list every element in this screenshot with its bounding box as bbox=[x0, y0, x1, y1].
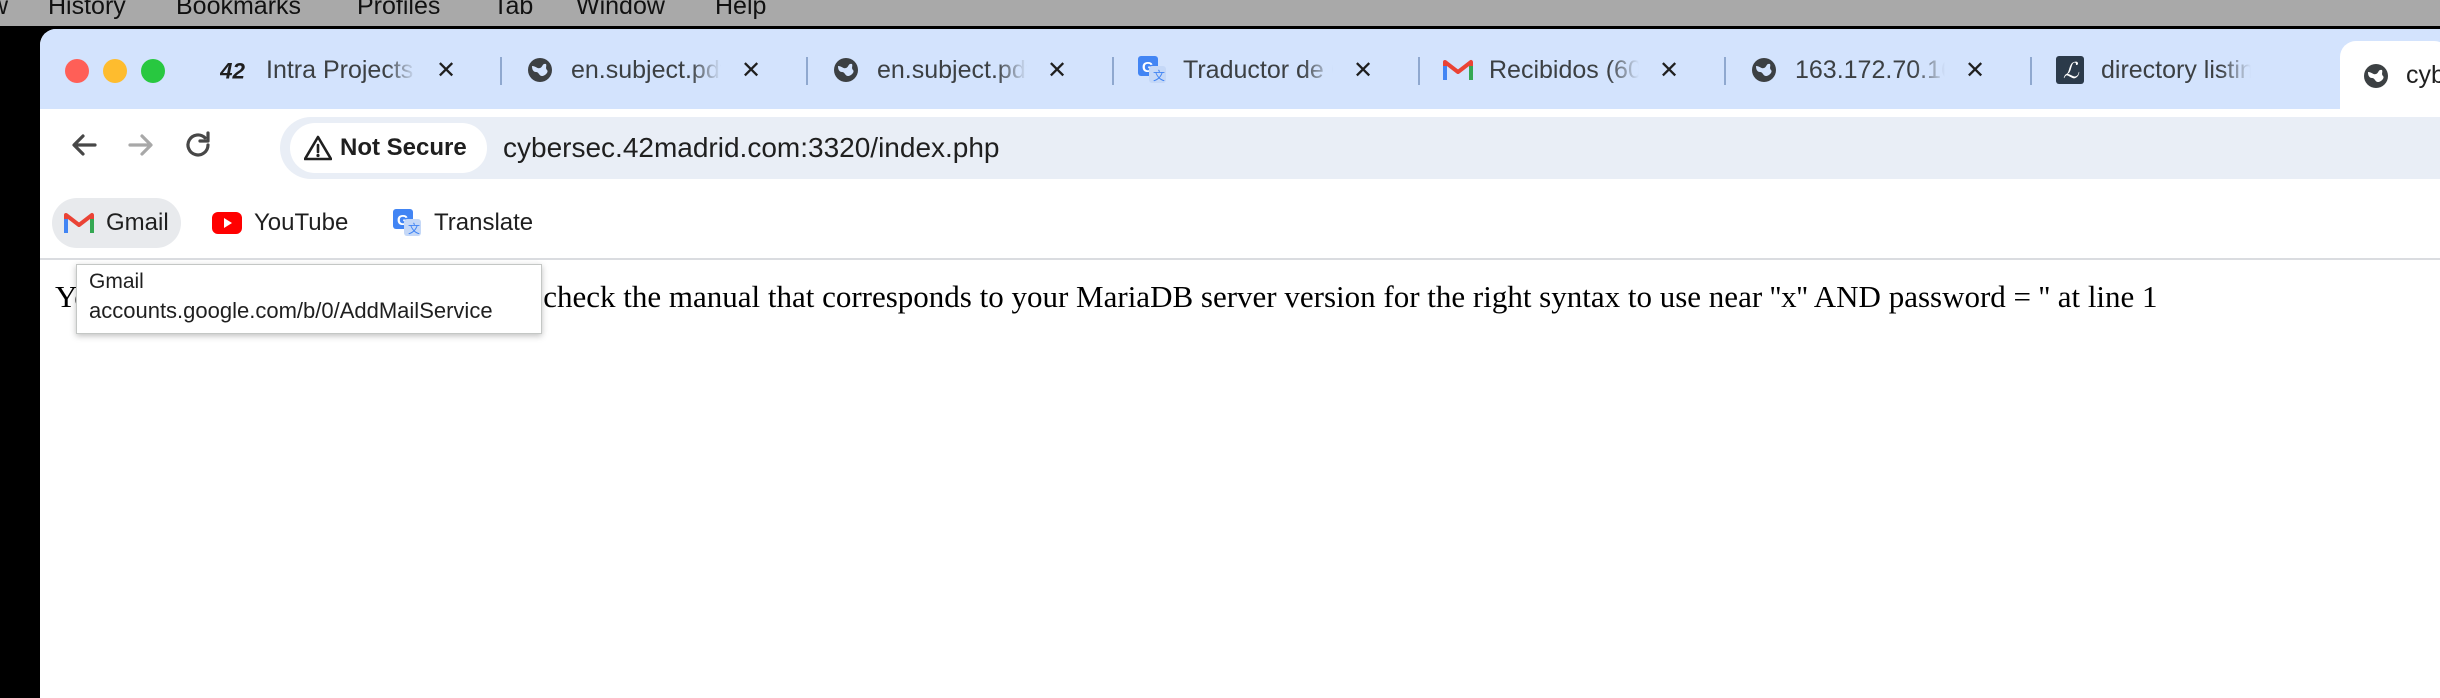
bookmark-label: Gmail bbox=[106, 209, 169, 236]
close-window-button[interactable] bbox=[65, 59, 89, 83]
forward-button[interactable] bbox=[119, 123, 163, 167]
bookmark-tooltip: Gmail accounts.google.com/b/0/AddMailSer… bbox=[76, 264, 542, 334]
close-tab-icon[interactable]: ✕ bbox=[739, 56, 763, 85]
bookmark-youtube[interactable]: YouTube bbox=[200, 198, 360, 248]
tab-separator bbox=[806, 57, 808, 85]
tab-en-subject-2[interactable]: en.subject.pdf ✕ bbox=[831, 45, 1069, 95]
document-icon: ℒ bbox=[2055, 55, 2085, 85]
gmail-icon bbox=[1443, 55, 1473, 85]
tab-separator bbox=[1112, 57, 1114, 85]
bookmark-gmail[interactable]: Gmail bbox=[52, 198, 181, 248]
macos-menu-bar: w History Bookmarks Profiles Tab Window … bbox=[0, 0, 2440, 26]
site-security-chip[interactable]: Not Secure bbox=[290, 123, 487, 173]
globe-icon bbox=[1749, 55, 1779, 85]
close-tab-icon[interactable]: ✕ bbox=[434, 56, 458, 85]
globe-icon bbox=[525, 55, 555, 85]
tab-strip: 42 Intra Projects C ✕ en.subject.pdf ✕ e… bbox=[40, 29, 2440, 109]
zoom-window-button[interactable] bbox=[141, 59, 165, 83]
menu-history[interactable]: History bbox=[48, 0, 126, 21]
menu-profiles[interactable]: Profiles bbox=[357, 0, 440, 21]
tab-en-subject-1[interactable]: en.subject.pdf ✕ bbox=[525, 45, 763, 95]
bookmark-label: Translate bbox=[434, 209, 534, 236]
tab-separator bbox=[500, 57, 502, 85]
google-translate-icon: G文 bbox=[392, 208, 422, 238]
globe-icon bbox=[831, 55, 861, 85]
back-button[interactable] bbox=[62, 123, 106, 167]
browser-window: 42 Intra Projects C ✕ en.subject.pdf ✕ e… bbox=[40, 29, 2440, 698]
tab-separator bbox=[2030, 57, 2032, 85]
reload-button[interactable] bbox=[176, 123, 220, 167]
svg-text:ℒ: ℒ bbox=[2063, 58, 2080, 83]
forward-arrow-icon bbox=[128, 134, 153, 156]
menu-window[interactable]: Window bbox=[576, 0, 665, 21]
tab-intra-projects[interactable]: 42 Intra Projects C ✕ bbox=[220, 45, 458, 95]
navigation-toolbar: Not Secure cybersec.42madrid.com:3320/in… bbox=[40, 109, 2440, 186]
not-secure-label: Not Secure bbox=[340, 134, 467, 161]
tab-title: Recibidos (60 bbox=[1489, 55, 1639, 84]
close-tab-icon[interactable]: ✕ bbox=[1963, 56, 1987, 85]
menu-tab[interactable]: Tab bbox=[493, 0, 533, 21]
svg-text:文: 文 bbox=[408, 221, 420, 236]
tab-ip-address[interactable]: 163.172.70.16 ✕ bbox=[1749, 45, 1987, 95]
url-text[interactable]: cybersec.42madrid.com:3320/index.php bbox=[503, 132, 1000, 164]
bookmark-translate[interactable]: G文 Translate bbox=[380, 198, 545, 248]
tab-gmail-inbox[interactable]: Recibidos (60 ✕ bbox=[1443, 45, 1681, 95]
tab-active[interactable]: cyb bbox=[2340, 41, 2440, 109]
close-tab-icon[interactable]: ✕ bbox=[1657, 56, 1681, 85]
tab-separator bbox=[1724, 57, 1726, 85]
bookmark-label: YouTube bbox=[254, 209, 349, 236]
globe-icon bbox=[2362, 62, 2390, 90]
tooltip-url: accounts.google.com/b/0/AddMailService bbox=[89, 298, 493, 323]
address-bar[interactable]: Not Secure cybersec.42madrid.com:3320/in… bbox=[280, 117, 2440, 179]
menu-bookmarks[interactable]: Bookmarks bbox=[176, 0, 301, 21]
tab-title: Intra Projects C bbox=[266, 55, 416, 84]
tab-title: en.subject.pdf bbox=[877, 55, 1027, 84]
tab-title: directory listin bbox=[2101, 55, 2251, 84]
svg-text:文: 文 bbox=[1153, 68, 1165, 83]
42-logo-icon: 42 bbox=[220, 55, 250, 85]
minimize-window-button[interactable] bbox=[103, 59, 127, 83]
tab-separator bbox=[1418, 57, 1420, 85]
close-tab-icon[interactable]: ✕ bbox=[1351, 56, 1375, 85]
tab-title: Traductor de G bbox=[1183, 55, 1333, 84]
reload-icon bbox=[186, 131, 210, 157]
back-arrow-icon bbox=[72, 134, 97, 156]
tooltip-title: Gmail bbox=[89, 270, 144, 293]
tab-title: 163.172.70.16 bbox=[1795, 55, 1945, 84]
tab-directory-listing[interactable]: ℒ directory listin bbox=[2055, 45, 2251, 95]
tab-title: cyb bbox=[2406, 61, 2440, 89]
menu-help[interactable]: Help bbox=[715, 0, 766, 21]
warning-icon bbox=[304, 135, 332, 161]
gmail-icon bbox=[64, 211, 94, 235]
youtube-icon bbox=[212, 212, 242, 234]
close-tab-icon[interactable]: ✕ bbox=[1045, 56, 1069, 85]
tab-google-translate[interactable]: G文 Traductor de G ✕ bbox=[1137, 45, 1375, 95]
menu-view[interactable]: w bbox=[0, 0, 8, 21]
page-content: You have an error in your SQL syntax; ch… bbox=[40, 260, 2440, 698]
svg-text:42: 42 bbox=[220, 58, 246, 83]
bookmarks-bar: Gmail YouTube G文 Translate bbox=[40, 186, 2440, 260]
tab-title: en.subject.pdf bbox=[571, 55, 721, 84]
google-translate-icon: G文 bbox=[1137, 55, 1167, 85]
